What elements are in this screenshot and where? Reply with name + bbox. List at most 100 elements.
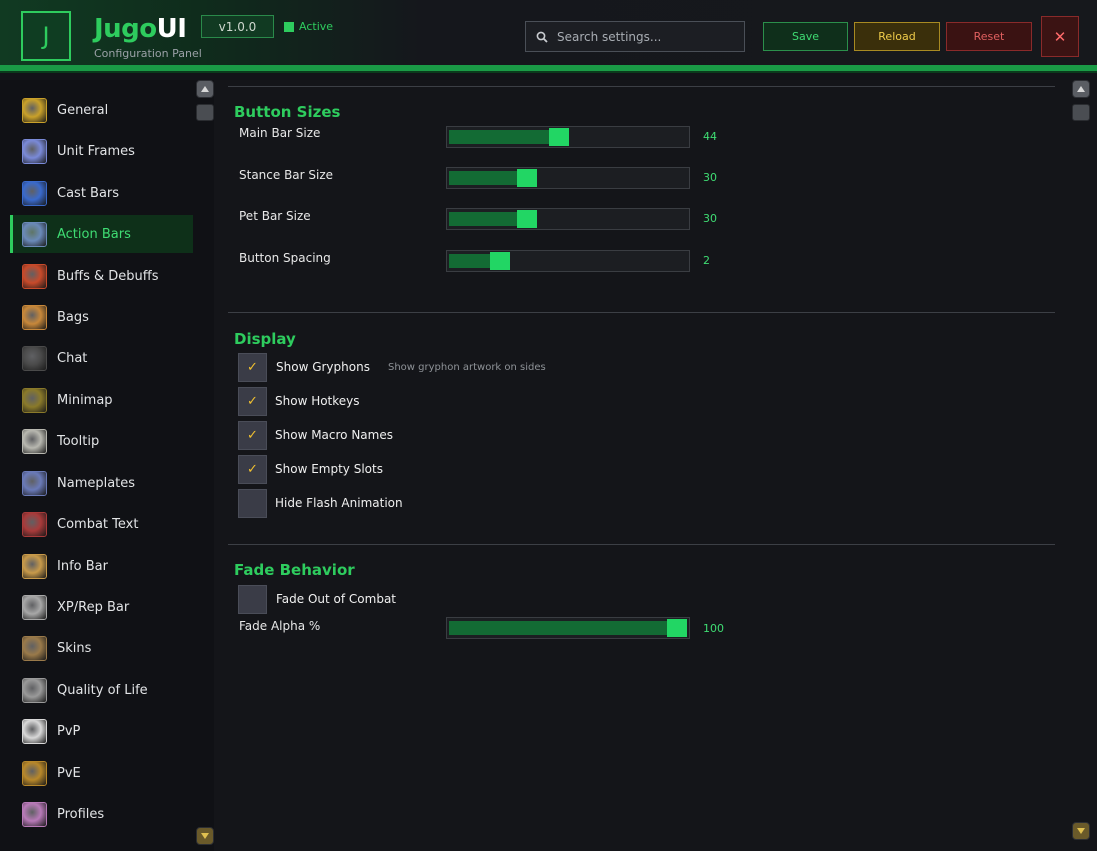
slider-button-spacing[interactable] xyxy=(446,250,690,272)
slider-fade-alpha[interactable] xyxy=(446,617,690,639)
checkbox-label-show-gryphons: Show Gryphons xyxy=(276,360,370,374)
slider-main-bar-size[interactable] xyxy=(446,126,690,148)
chevron-down-icon xyxy=(1077,828,1085,834)
sidebar-scroll-up-button[interactable] xyxy=(196,80,214,98)
checkbox-fade-out-of-combat[interactable]: ✓ xyxy=(238,585,267,614)
reload-button[interactable]: Reload xyxy=(854,22,940,51)
app-subtitle: Configuration Panel xyxy=(94,47,202,60)
section-divider xyxy=(228,312,1055,313)
sidebar-item-label: PvP xyxy=(57,723,81,739)
search-icon xyxy=(536,31,548,43)
sidebar-item-skins[interactable]: Skins xyxy=(10,629,190,667)
slider-value-stance-bar-size: 30 xyxy=(703,171,717,184)
close-icon: ✕ xyxy=(1053,27,1067,46)
xp-wings-icon xyxy=(22,594,47,620)
logo-letter: J xyxy=(42,22,50,50)
content-scrollbar-thumb[interactable] xyxy=(1072,104,1090,121)
slider-thumb[interactable] xyxy=(549,128,569,146)
sidebar-item-minimap[interactable]: Minimap xyxy=(10,381,190,419)
dagger-icon xyxy=(22,470,47,496)
info-bar-icon xyxy=(22,553,47,579)
chevron-up-icon xyxy=(201,86,209,92)
app-title-part1: Jugo xyxy=(94,14,157,44)
slider-fill xyxy=(449,621,677,635)
sidebar-scroll-down-button[interactable] xyxy=(196,827,214,845)
bag-icon xyxy=(22,304,47,330)
sidebar-item-profiles[interactable]: Profiles xyxy=(10,795,190,833)
sidebar-item-label: Minimap xyxy=(57,392,113,408)
slider-fill xyxy=(449,212,527,226)
bolt-icon xyxy=(22,180,47,206)
sidebar-item-label: Action Bars xyxy=(57,226,131,242)
armor-icon xyxy=(22,760,47,786)
sidebar-item-action-bars[interactable]: Action Bars xyxy=(10,215,193,253)
checkbox-show-empty-slots[interactable]: ✓ xyxy=(238,455,267,484)
content-scroll-down-button[interactable] xyxy=(1072,822,1090,840)
version-badge: v1.0.0 xyxy=(201,15,274,38)
checkmark-icon: ✓ xyxy=(247,394,258,409)
sidebar-item-combat-text[interactable]: Combat Text xyxy=(10,505,190,543)
content-scroll-up-button[interactable] xyxy=(1072,80,1090,98)
app-title-part2: UI xyxy=(156,14,187,44)
sidebar-item-label: Chat xyxy=(57,350,88,366)
sidebar-scrollbar-thumb[interactable] xyxy=(196,104,214,121)
slider-label-stance-bar-size: Stance Bar Size xyxy=(239,168,334,182)
slider-thumb[interactable] xyxy=(667,619,687,637)
slider-thumb[interactable] xyxy=(490,252,510,270)
sidebar-item-pvp[interactable]: PvP xyxy=(10,712,190,750)
sidebar-item-general[interactable]: General xyxy=(10,91,190,129)
scroll-icon xyxy=(22,428,47,454)
sidebar-item-cast-bars[interactable]: Cast Bars xyxy=(10,174,190,212)
sidebar-item-label: Buffs & Debuffs xyxy=(57,268,159,284)
checkbox-label-hide-flash-animation: Hide Flash Animation xyxy=(275,496,403,510)
chat-icon xyxy=(22,345,47,371)
top-divider xyxy=(228,86,1055,87)
checkmark-icon: ✓ xyxy=(247,428,258,443)
app-title: JugoUI xyxy=(94,14,187,44)
sidebar-item-pve[interactable]: PvE xyxy=(10,754,190,792)
close-button[interactable]: ✕ xyxy=(1041,16,1079,57)
checkbox-hide-flash-animation[interactable]: ✓ xyxy=(238,489,267,518)
map-icon xyxy=(22,387,47,413)
sidebar-item-label: Quality of Life xyxy=(57,682,148,698)
slider-stance-bar-size[interactable] xyxy=(446,167,690,189)
sidebar-item-quality-of-life[interactable]: Quality of Life xyxy=(10,671,190,709)
save-button[interactable]: Save xyxy=(763,22,848,51)
profile-icon xyxy=(22,801,47,827)
search-input[interactable] xyxy=(557,29,727,44)
checkbox-show-hotkeys[interactable]: ✓ xyxy=(238,387,267,416)
sidebar-item-bags[interactable]: Bags xyxy=(10,298,190,336)
slider-fill xyxy=(449,171,527,185)
slider-thumb[interactable] xyxy=(517,169,537,187)
status-text: Active xyxy=(299,20,334,33)
section-title-fade-behavior: Fade Behavior xyxy=(234,561,355,579)
spark-icon xyxy=(22,138,47,164)
sidebar-item-xp-rep-bar[interactable]: XP/Rep Bar xyxy=(10,588,190,626)
checkmark-icon: ✓ xyxy=(247,360,258,375)
section-title-button-sizes: Button Sizes xyxy=(234,103,341,121)
slider-value-main-bar-size: 44 xyxy=(703,130,717,143)
sidebar-item-label: Skins xyxy=(57,640,92,656)
checkbox-show-macro-names[interactable]: ✓ xyxy=(238,421,267,450)
sidebar-item-label: Unit Frames xyxy=(57,143,135,159)
reset-button[interactable]: Reset xyxy=(946,22,1032,51)
checkmark-icon: ✓ xyxy=(247,462,258,477)
checkbox-show-gryphons[interactable]: ✓ xyxy=(238,353,267,382)
sidebar-item-label: Bags xyxy=(57,309,89,325)
sidebar-item-nameplates[interactable]: Nameplates xyxy=(10,464,190,502)
slider-value-fade-alpha: 100 xyxy=(703,622,724,635)
slider-pet-bar-size[interactable] xyxy=(446,208,690,230)
checkbox-label-show-empty-slots: Show Empty Slots xyxy=(275,462,383,476)
slider-thumb[interactable] xyxy=(517,210,537,228)
sidebar-item-tooltip[interactable]: Tooltip xyxy=(10,422,190,460)
sidebar-item-unit-frames[interactable]: Unit Frames xyxy=(10,132,190,170)
sidebar-item-label: Profiles xyxy=(57,806,105,822)
sidebar-item-chat[interactable]: Chat xyxy=(10,339,190,377)
sidebar-item-info-bar[interactable]: Info Bar xyxy=(10,547,190,585)
sidebar-item-buffs-debuffs[interactable]: Buffs & Debuffs xyxy=(10,257,190,295)
crate-icon xyxy=(22,635,47,661)
sidebar-item-label: Nameplates xyxy=(57,475,136,491)
header-accent-line xyxy=(0,65,1097,73)
crossed-swords-icon xyxy=(22,718,47,744)
search-box[interactable] xyxy=(525,21,745,52)
